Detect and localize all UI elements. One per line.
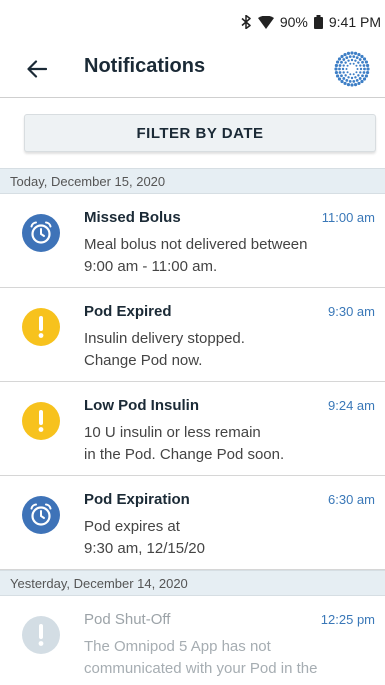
page-title: Notifications [84, 55, 206, 77]
clock: 9:41 PM [328, 14, 381, 30]
description-line: 9:30 am, 12/15/20 [84, 540, 205, 557]
wifi-icon [257, 15, 274, 29]
description-line: 10 U insulin or less remain [84, 424, 261, 441]
exclamation-icon [22, 402, 60, 440]
app-header: Notifications [0, 40, 385, 98]
description-line: 9:00 am - 11:00 am. [84, 258, 218, 275]
notification-time: 11:00 am [321, 210, 375, 225]
bluetooth-icon [240, 15, 252, 29]
notification-description: The Omnipod 5 App has not communicated w… [84, 636, 354, 680]
description-line: Change Pod now. [84, 352, 203, 369]
description-line: Meal bolus not delivered between [84, 236, 308, 253]
notification-time: 9:24 am [328, 398, 375, 413]
notification-time: 9:30 am [328, 304, 375, 319]
notification-item[interactable]: Low Pod Insulin 9:24 am 10 U insulin or … [0, 382, 385, 476]
notification-item[interactable]: Pod Expired 9:30 am Insulin delivery sto… [0, 288, 385, 382]
description-line: communicated with your Pod in the [84, 660, 318, 677]
notification-item[interactable]: Pod Expiration 6:30 am Pod expires at 9:… [0, 476, 385, 570]
notification-list[interactable]: Today, December 15, 2020 Missed Bolus 11… [0, 168, 385, 685]
filter-bar: FILTER BY DATE [0, 98, 385, 168]
notification-item[interactable]: Missed Bolus 11:00 am Meal bolus not del… [0, 194, 385, 288]
description-line: Insulin delivery stopped. [84, 330, 245, 347]
notification-description: Meal bolus not delivered between 9:00 am… [84, 234, 354, 278]
battery-percent: 90% [279, 14, 308, 30]
notification-title: Pod Shut-Off [84, 611, 171, 628]
status-indicators: 90% 9:41 PM [240, 14, 381, 30]
battery-icon [313, 15, 323, 29]
date-header-today: Today, December 15, 2020 [0, 168, 385, 194]
notification-description: Pod expires at 9:30 am, 12/15/20 [84, 516, 354, 560]
notification-time: 12:25 pm [320, 612, 375, 627]
notification-title: Pod Expired [84, 303, 172, 320]
notification-title: Missed Bolus [84, 209, 181, 226]
arrow-left-icon [27, 60, 47, 78]
status-bar: 90% 9:41 PM [0, 0, 385, 40]
notification-item[interactable]: Pod Shut-Off 12:25 pm The Omnipod 5 App … [0, 596, 385, 685]
description-line: The Omnipod 5 App has not [84, 638, 271, 655]
notification-time: 6:30 am [328, 492, 375, 507]
omnipod-logo-icon [332, 49, 372, 89]
notification-title: Low Pod Insulin [84, 397, 199, 414]
date-header-yesterday: Yesterday, December 14, 2020 [0, 570, 385, 596]
description-line: Pod expires at [84, 518, 180, 535]
exclamation-icon [22, 308, 60, 346]
alarm-clock-icon [22, 214, 60, 252]
description-line: in the Pod. Change Pod soon. [84, 446, 285, 463]
alarm-clock-icon [22, 496, 60, 534]
notification-title: Pod Expiration [84, 491, 190, 508]
back-button[interactable] [20, 52, 54, 86]
exclamation-icon [22, 616, 60, 654]
notification-description: Insulin delivery stopped. Change Pod now… [84, 328, 354, 372]
notification-description: 10 U insulin or less remain in the Pod. … [84, 422, 354, 466]
filter-by-date-button[interactable]: FILTER BY DATE [24, 114, 376, 152]
